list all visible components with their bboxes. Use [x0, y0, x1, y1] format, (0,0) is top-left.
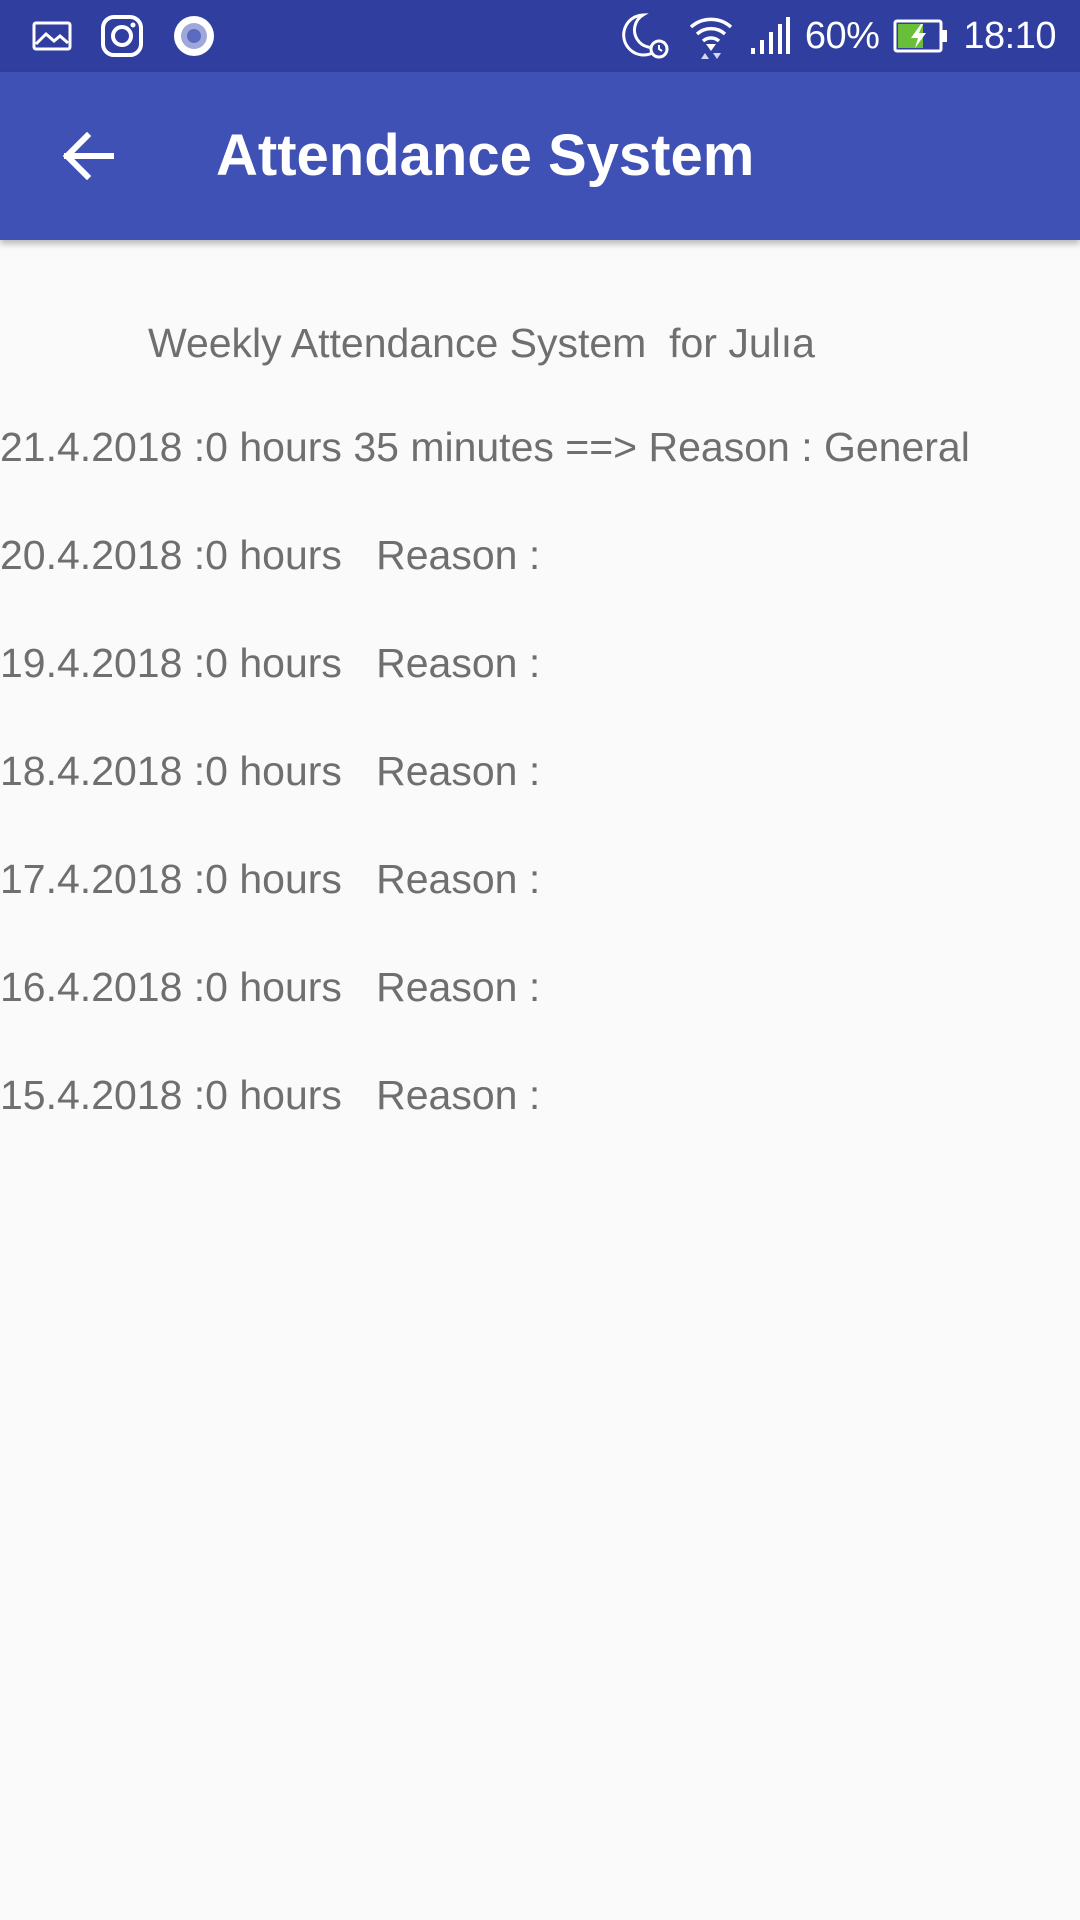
instagram-icon: [100, 14, 144, 58]
system-status: 60% 18:10: [621, 10, 1056, 62]
attendance-entry: 21.4.2018 :0 hours 35 minutes ==> Reason…: [0, 424, 970, 470]
attendance-entry: 15.4.2018 :0 hours Reason :: [0, 1072, 541, 1118]
app-bar: Attendance System: [0, 72, 1080, 240]
do-not-disturb-alarm-icon: [621, 11, 673, 61]
battery-percent: 60%: [804, 14, 880, 57]
notification-icons: [32, 14, 216, 58]
clock: 18:10: [963, 14, 1056, 57]
back-button[interactable]: [44, 112, 132, 200]
attendance-entry: 17.4.2018 :0 hours Reason :: [0, 856, 541, 902]
signal-icon: [749, 16, 791, 56]
attendance-entry: 18.4.2018 :0 hours Reason :: [0, 748, 541, 794]
battery-charging-icon: [893, 19, 949, 53]
attendance-heading: Weekly Attendance System for Julıa: [148, 320, 815, 366]
attendance-entry: 16.4.2018 :0 hours Reason :: [0, 964, 541, 1010]
gallery-icon: [32, 20, 72, 52]
page-title: Attendance System: [216, 123, 755, 188]
circle-app-icon: [172, 14, 216, 58]
arrow-back-icon: [61, 132, 115, 180]
status-bar: 60% 18:10: [0, 0, 1080, 72]
attendance-entry: 20.4.2018 :0 hours Reason :: [0, 532, 541, 578]
attendance-entry: 19.4.2018 :0 hours Reason :: [0, 640, 541, 686]
wifi-icon: [687, 13, 735, 59]
